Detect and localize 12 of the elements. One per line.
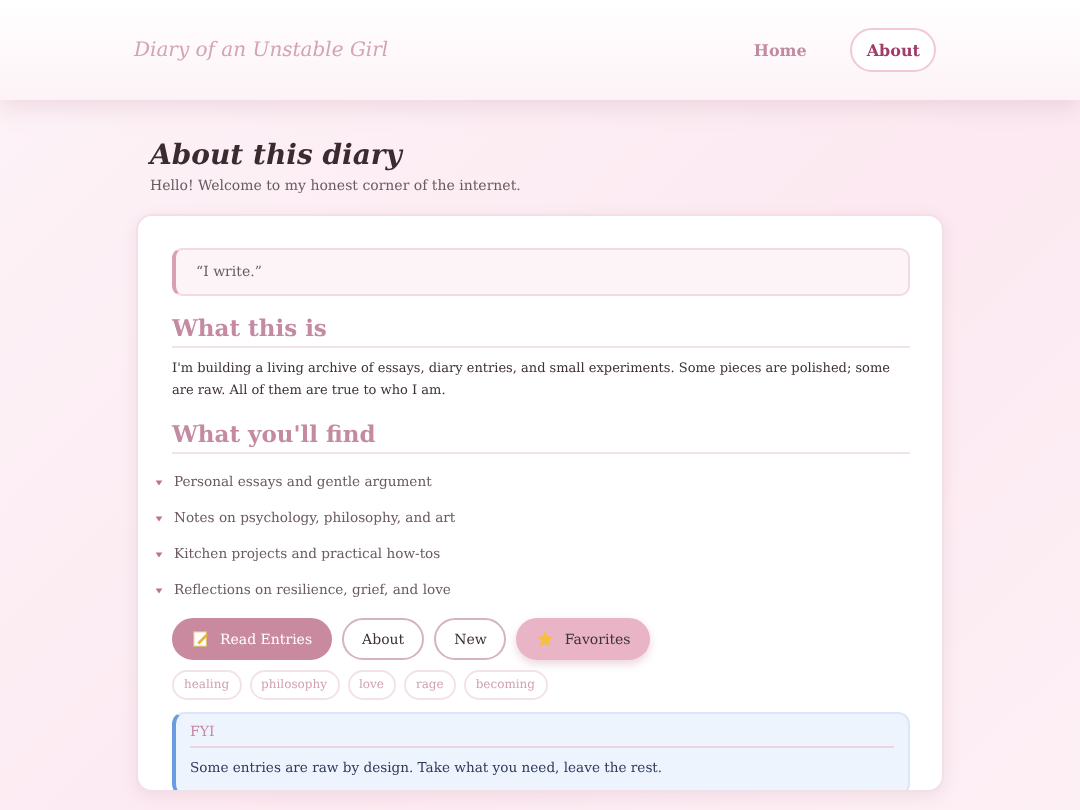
page-title: About this diary xyxy=(150,140,406,172)
section-heading: What this is xyxy=(172,314,910,348)
triangle-bullet-icon xyxy=(154,513,164,523)
star-icon xyxy=(536,630,555,648)
triangle-bullet-icon xyxy=(154,477,164,487)
section-heading: What you'll find xyxy=(172,420,910,454)
notepad-icon xyxy=(192,630,210,648)
triangle-bullet-icon xyxy=(154,585,164,595)
nav-link[interactable]: About xyxy=(850,28,936,72)
triangle-bullet-icon xyxy=(154,549,164,559)
nav-link[interactable]: Home xyxy=(737,28,823,72)
site-logo[interactable]: Diary of an Unstable Girl xyxy=(134,39,389,61)
